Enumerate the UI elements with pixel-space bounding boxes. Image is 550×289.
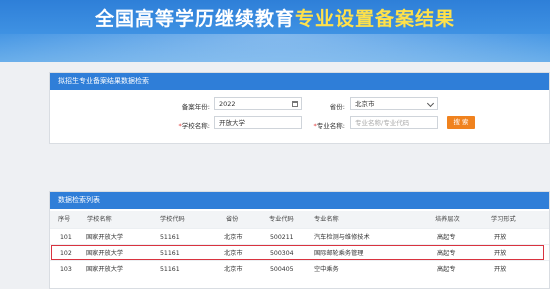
- major-label: *专业名称:: [313, 122, 345, 130]
- results-panel: 数据检索列表 序号 学校名称 学校代码 省份 专业代码 专业名称 培养层次 学习…: [49, 191, 550, 289]
- major-input[interactable]: 专业名称/专业代码: [350, 116, 438, 129]
- year-label: 备案年份:: [181, 103, 210, 111]
- search-panel-title: 拟招生专业备案结果数据检索: [50, 73, 549, 90]
- school-label: *学校名称:: [178, 122, 210, 130]
- search-button[interactable]: 搜 索: [447, 116, 475, 129]
- year-input[interactable]: 2022: [214, 97, 302, 110]
- province-label: 省份:: [329, 103, 345, 111]
- chevron-down-icon: [426, 99, 435, 108]
- school-input[interactable]: 开放大学: [214, 116, 302, 129]
- column-header: 学校名称: [87, 216, 112, 223]
- table-header: 序号 学校名称 学校代码 省份 专业代码 专业名称 培养层次 学习形式: [50, 211, 549, 228]
- page-title-main: 全国高等学历继续教育: [94, 8, 295, 30]
- school-value: 开放大学: [219, 119, 245, 127]
- search-panel: 拟招生专业备案结果数据检索 备案年份: 2022 省份: 北京市 *学校名称: …: [49, 72, 550, 144]
- school-code: 51161: [160, 266, 180, 273]
- column-header: 培养层次: [435, 216, 460, 223]
- column-header: 学校代码: [160, 216, 185, 223]
- row-index: 103: [60, 266, 72, 273]
- year-value: 2022: [219, 100, 236, 108]
- major-placeholder: 专业名称/专业代码: [355, 119, 410, 127]
- column-header: 序号: [58, 216, 71, 223]
- province-select[interactable]: 北京市: [350, 97, 438, 110]
- study-form: 开放: [494, 266, 507, 273]
- province: 北京市: [224, 266, 243, 273]
- column-header: 专业代码: [269, 216, 294, 223]
- level: 高起专: [437, 266, 456, 273]
- province-value: 北京市: [355, 100, 375, 108]
- row-highlight-box: [51, 245, 544, 260]
- column-header: 专业名称: [314, 216, 339, 223]
- calendar-icon[interactable]: [292, 101, 298, 107]
- header-banner: 全国高等学历继续教育专业设置备案结果: [0, 0, 550, 62]
- column-header: 省份: [226, 216, 239, 223]
- school-name: 国家开放大学: [86, 266, 124, 273]
- column-header: 学习形式: [491, 216, 516, 223]
- major-code: 500405: [270, 266, 294, 273]
- results-panel-title: 数据检索列表: [50, 192, 549, 209]
- table-row[interactable]: 103 国家开放大学 51161 北京市 500405 空中乘务 高起专 开放: [50, 260, 549, 278]
- major-name: 空中乘务: [314, 266, 339, 273]
- page-title-highlight: 专业设置备案结果: [295, 8, 456, 30]
- page-title: 全国高等学历继续教育专业设置备案结果: [0, 4, 550, 31]
